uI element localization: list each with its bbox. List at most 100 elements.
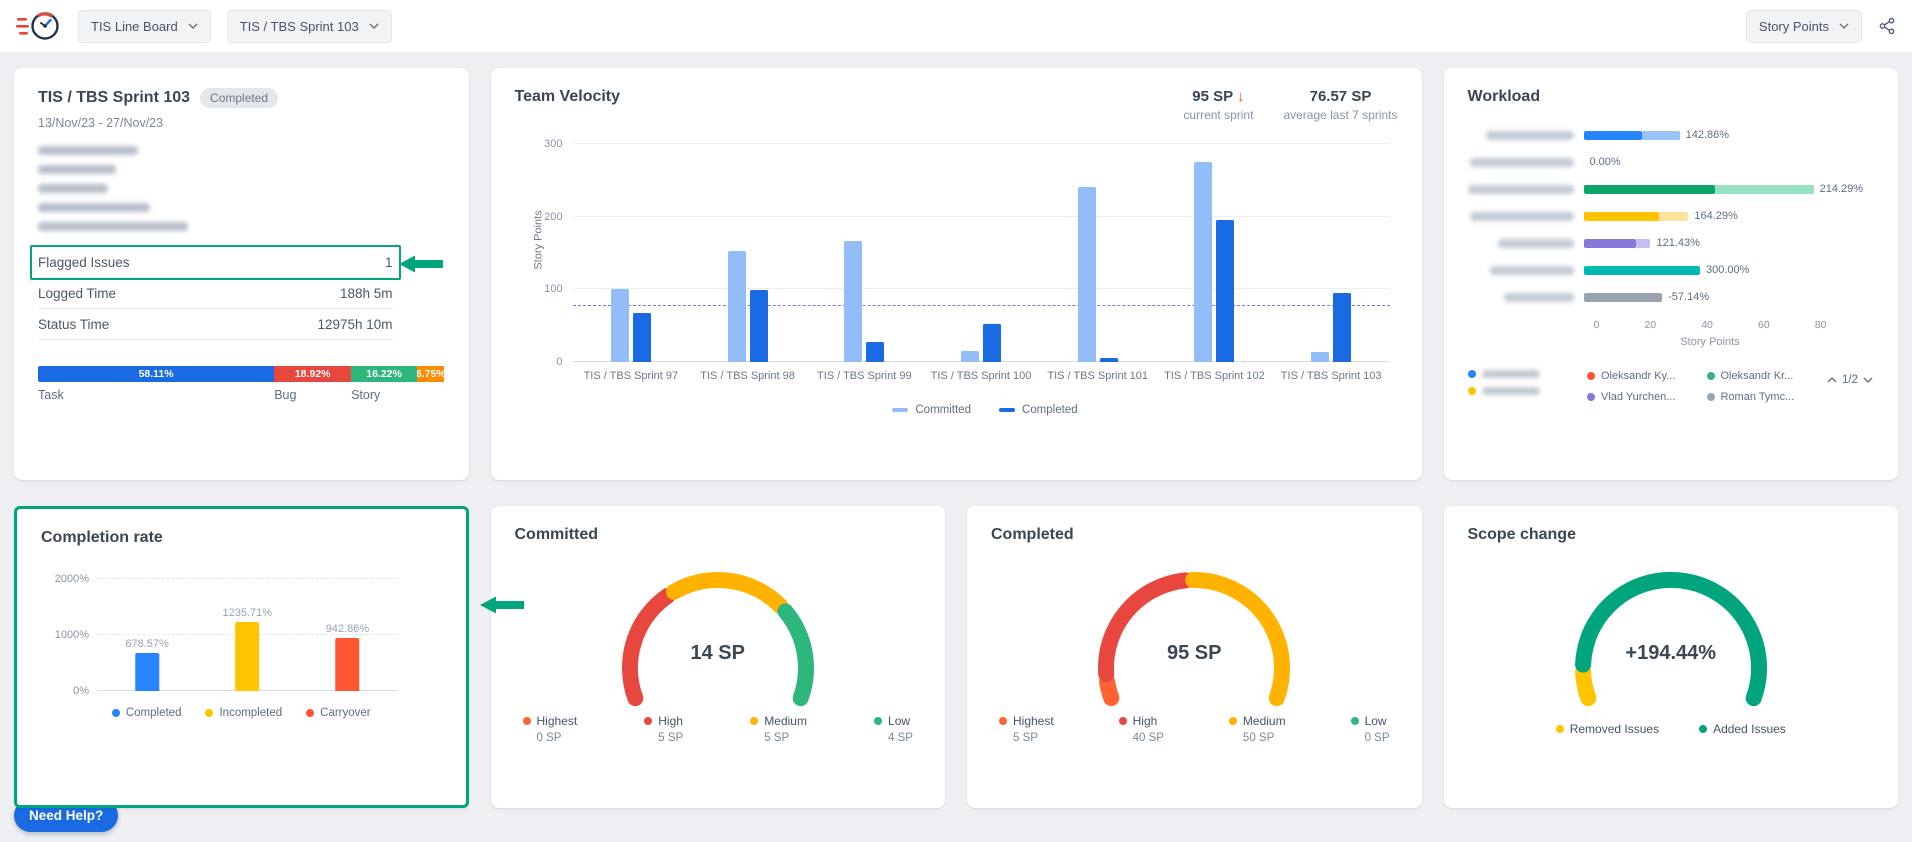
legend-item: Incompleted <box>205 707 282 719</box>
legend-item <box>1468 387 1588 395</box>
workload-bar-track: 121.43% <box>1584 239 1817 248</box>
chevron-down-icon <box>369 23 379 29</box>
workload-bar <box>1584 266 1701 275</box>
x-tick-label: 0 <box>1594 319 1600 331</box>
board-select[interactable]: TIS Line Board <box>78 10 211 43</box>
legend-dot <box>306 709 314 717</box>
legend-label-row: Medium <box>1229 714 1286 728</box>
team-velocity-title: Team Velocity <box>515 88 621 106</box>
assignee-name-cell <box>1468 131 1584 140</box>
workload-title: Workload <box>1468 88 1541 105</box>
legend-dot <box>1229 717 1237 725</box>
committed-bar <box>1194 162 1212 362</box>
bar-group: 1235.71% <box>222 607 272 691</box>
assignee-name-cell <box>1468 239 1584 248</box>
y-tick-label: 1000% <box>55 629 89 641</box>
completion-rate-chart: 0%1000%2000%678.57%1235.71%942.86% <box>97 579 398 691</box>
velocity-plot-area: 0100200300 <box>573 144 1390 362</box>
stat-value: 188h 5m <box>340 286 393 301</box>
completed-bar <box>1100 358 1118 362</box>
redacted-assignee-name <box>1490 266 1574 275</box>
workload-row: -57.14% <box>1468 284 1875 311</box>
legend-item: Vlad Yurchen... <box>1587 391 1707 403</box>
y-tick-label: 100 <box>544 283 562 295</box>
legend-label: Completed <box>126 707 182 719</box>
x-tick-label: TIS / TBS Sprint 98 <box>700 370 795 382</box>
y-tick-label: 2000% <box>55 573 89 585</box>
x-tick-label: TIS / TBS Sprint 97 <box>584 370 679 382</box>
distribution-label: Bug <box>274 388 296 402</box>
legend-item: Low0 SP <box>1351 714 1390 744</box>
legend-label: Medium <box>1243 714 1286 728</box>
completed-bar <box>1333 293 1351 362</box>
bar-group: 678.57% <box>125 638 168 691</box>
workload-bar-track: 142.86% <box>1584 131 1817 140</box>
unit-select[interactable]: Story Points <box>1746 10 1862 43</box>
scope-change-legend: Removed Issues Added Issues <box>1468 722 1875 736</box>
average-sprint-stat: 76.57 SP average last 7 sprints <box>1283 88 1397 122</box>
sprint-select-value: TIS / TBS Sprint 103 <box>240 19 359 34</box>
distribution-percent: 18.92% <box>295 368 331 380</box>
workload-row: 121.43% <box>1468 230 1875 257</box>
legend-label: Completed <box>1022 404 1078 416</box>
legend-dot <box>1707 393 1715 401</box>
distribution-label: Task <box>38 388 64 402</box>
distribution-label: Story <box>351 388 380 402</box>
sprint-stat-row: Logged Time188h 5m <box>38 278 393 309</box>
chevron-down-icon[interactable] <box>1862 376 1874 384</box>
bar-group <box>961 324 1001 362</box>
workload-bar <box>1584 185 1715 194</box>
completed-bar <box>866 342 884 362</box>
workload-bar-track: 214.29% <box>1584 185 1817 194</box>
legend-label-row: High <box>1119 714 1164 728</box>
workload-bar <box>1584 131 1642 140</box>
issue-type-distribution-bar: 58.11%18.92%16.22%6.75% <box>38 366 445 382</box>
x-tick-label: 60 <box>1758 319 1770 331</box>
legend-label-row: Highest <box>523 714 578 728</box>
completed-bar <box>633 313 651 362</box>
bar-value-label: 1235.71% <box>222 607 272 619</box>
committed-total: 14 SP <box>588 642 848 665</box>
legend-label: Oleksandr Kr... <box>1721 370 1794 382</box>
gridline: 300 <box>573 143 1390 144</box>
legend-value: 50 SP <box>1229 732 1286 744</box>
completed-card: Completed 95 SP Highest5 SPHigh40 SPMedi… <box>967 506 1422 808</box>
committed-bar <box>1311 352 1329 362</box>
legend-item: Oleksandr Ky... <box>1587 370 1707 382</box>
distribution-segment: 58.11% <box>38 366 274 382</box>
redacted-assignee-name <box>1470 212 1574 221</box>
gauge-segment <box>674 580 780 606</box>
sprint-stat-row: Flagged Issues1 <box>38 247 393 278</box>
chevron-up-icon[interactable] <box>1826 376 1838 384</box>
sprint-select[interactable]: TIS / TBS Sprint 103 <box>227 10 392 43</box>
legend-item: Medium 50 SP <box>1229 714 1286 744</box>
x-tick-label: TIS / TBS Sprint 101 <box>1047 370 1148 382</box>
legend-item: High5 SP <box>644 714 683 744</box>
legend-pagination: 1/2 <box>1826 374 1874 386</box>
legend-item: Roman Tymc... <box>1707 391 1827 403</box>
workload-row: 164.29% <box>1468 203 1875 230</box>
share-icon[interactable] <box>1878 17 1896 35</box>
redacted-legend-name <box>1482 387 1540 395</box>
completed-bar <box>1216 220 1234 362</box>
legend-dot <box>1587 372 1595 380</box>
pagination-label: 1/2 <box>1842 374 1858 386</box>
chevron-down-icon <box>1839 23 1849 29</box>
legend-label: Vlad Yurchen... <box>1601 391 1675 403</box>
sprint-status-badge: Completed <box>200 88 278 108</box>
workload-bar-light <box>1642 131 1680 140</box>
legend-label: Removed Issues <box>1570 722 1659 736</box>
completed-total: 95 SP <box>1064 642 1324 665</box>
sprint-summary-card: TIS / TBS Sprint 103 Completed 13/Nov/23… <box>14 68 469 480</box>
bar <box>335 638 359 691</box>
legend-dot <box>1707 372 1715 380</box>
distribution-percent: 58.11% <box>139 368 174 380</box>
stat-label: Status Time <box>38 317 109 332</box>
legend-label: Added Issues <box>1713 722 1786 736</box>
workload-percent-label: 214.29% <box>1820 183 1863 195</box>
legend-dot <box>1699 725 1707 733</box>
legend-marker <box>999 408 1015 412</box>
legend-value: 5 SP <box>750 732 807 744</box>
gridline: 2000% <box>97 578 398 579</box>
bar-group <box>1311 293 1351 362</box>
